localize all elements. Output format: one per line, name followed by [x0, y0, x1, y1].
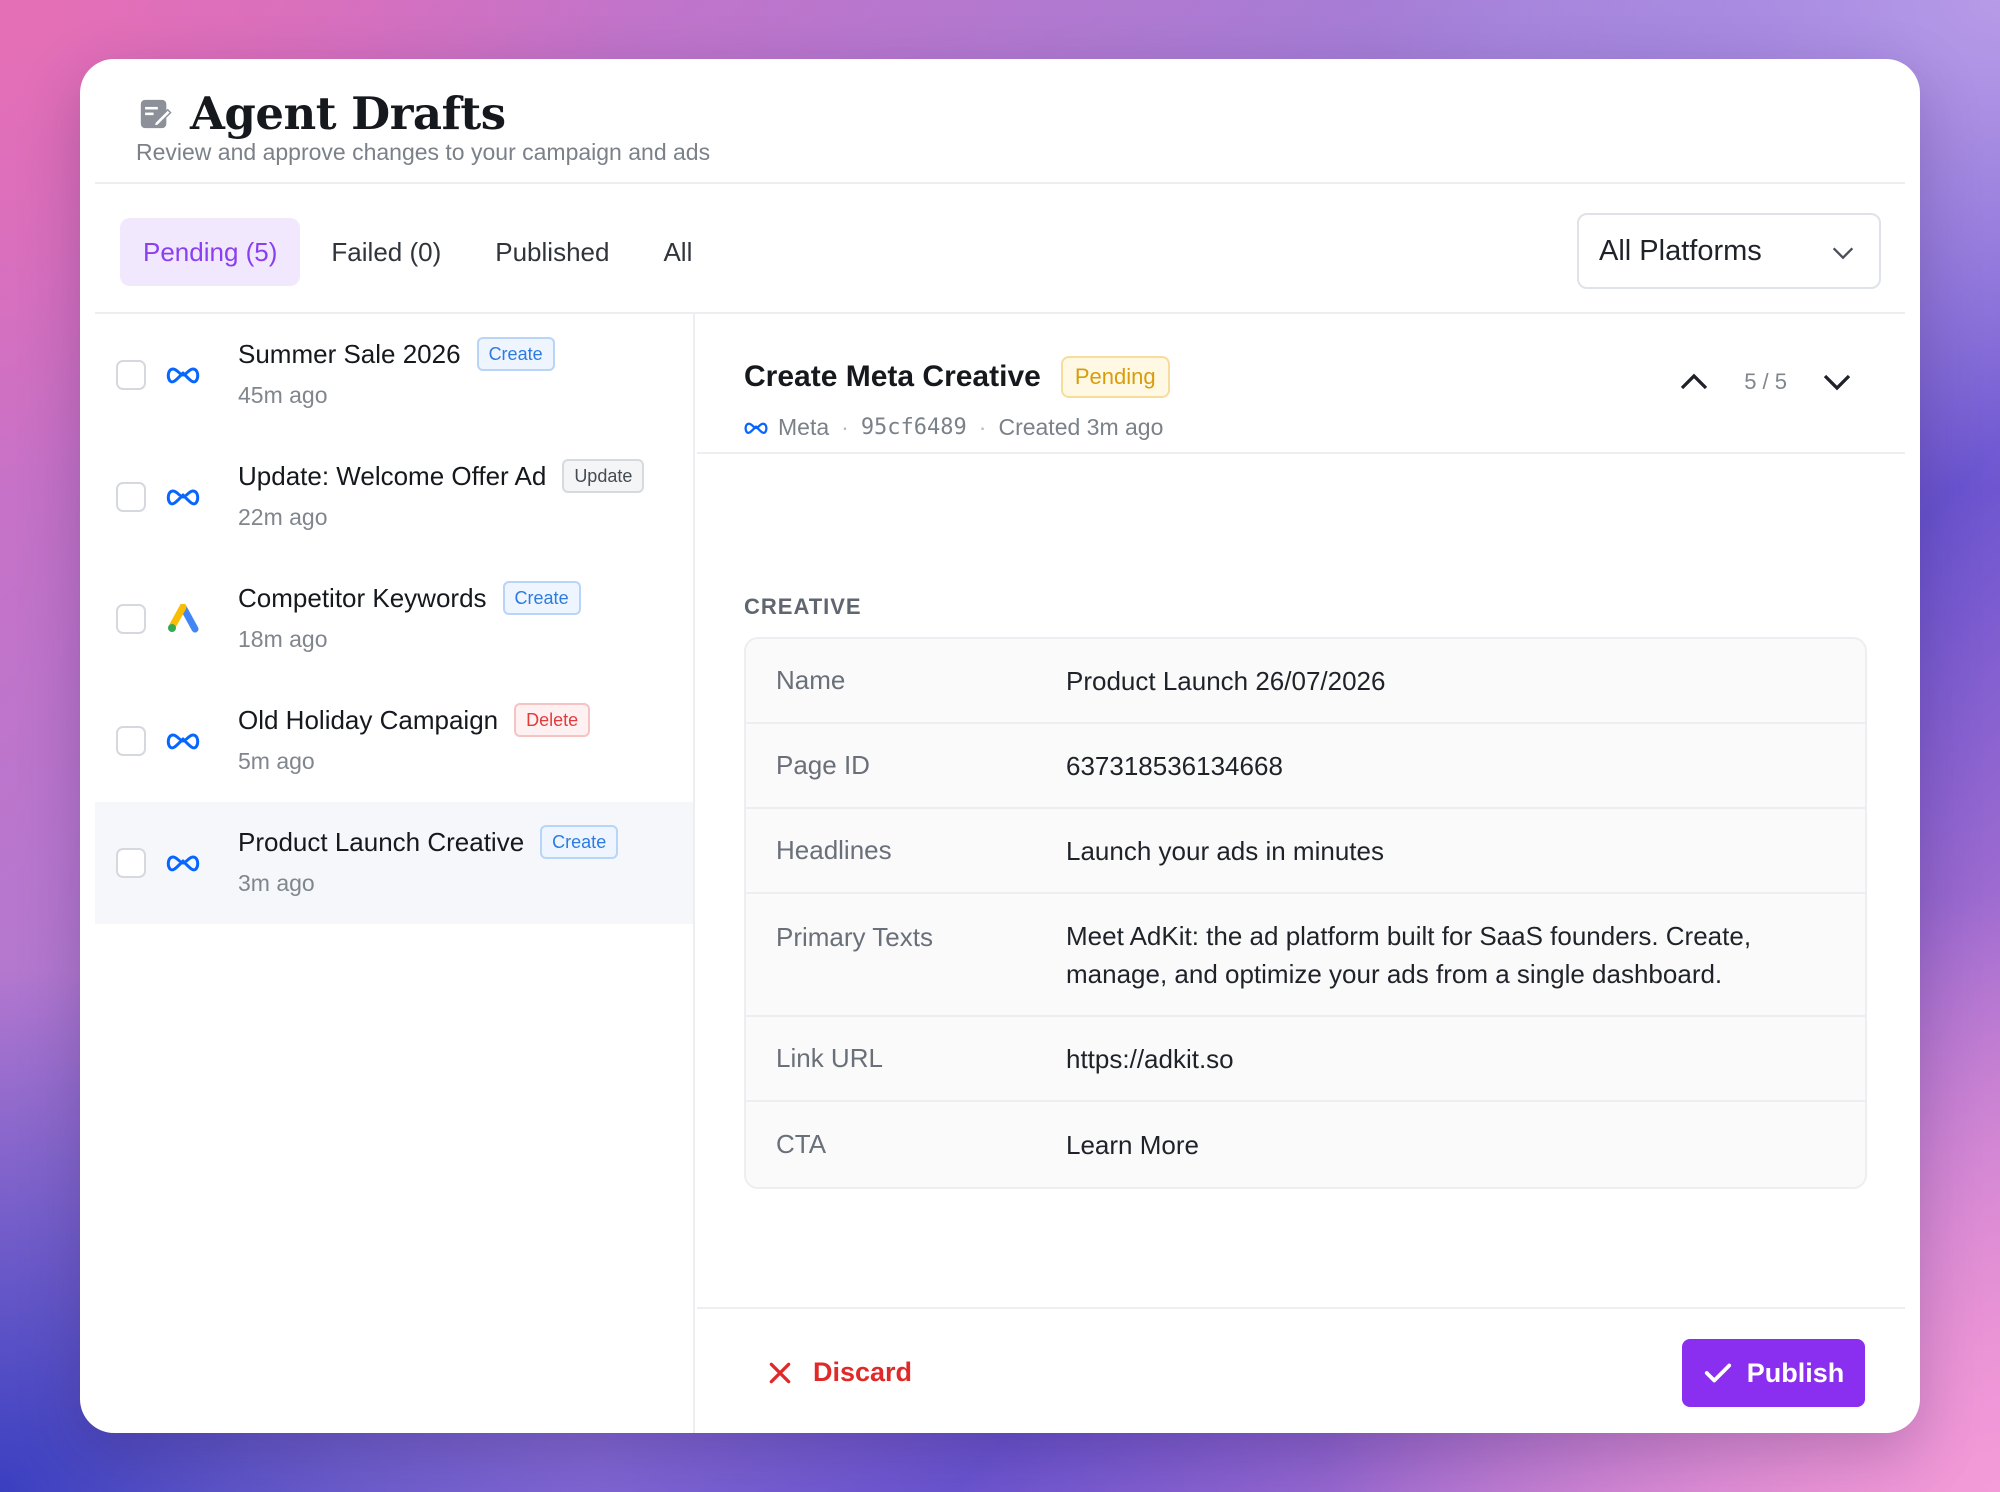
creative-fields-table: Name Product Launch 26/07/2026 Page ID 6…	[744, 637, 1867, 1189]
list-item[interactable]: Summer Sale 2026 Create 45m ago	[95, 314, 693, 436]
field-value: Learn More	[1066, 1129, 1199, 1160]
item-checkbox[interactable]	[116, 848, 146, 878]
tab-failed[interactable]: Failed (0)	[308, 218, 464, 286]
panel-header: Agent Drafts Review and approve changes …	[80, 59, 1920, 184]
field-value: https://adkit.so	[1066, 1043, 1234, 1074]
check-icon	[1704, 1363, 1731, 1383]
detail-title: Create Meta Creative Pending	[744, 356, 1170, 398]
field-key: Name	[776, 665, 846, 695]
divider	[95, 182, 1905, 184]
item-time: 22m ago	[238, 504, 328, 530]
meta-logo-icon	[166, 367, 200, 384]
chevron-up-icon[interactable]	[1676, 364, 1712, 400]
item-title: Product Launch Creative Create	[238, 825, 619, 859]
discard-button[interactable]: Discard	[767, 1357, 912, 1388]
status-badge: Pending	[1060, 356, 1170, 398]
list-item-selected[interactable]: Product Launch Creative Create 3m ago	[95, 802, 693, 924]
field-key: Link URL	[776, 1043, 883, 1073]
item-name: Summer Sale 2026	[238, 338, 461, 369]
publish-label: Publish	[1746, 1357, 1845, 1388]
item-name: Update: Welcome Offer Ad	[238, 460, 547, 491]
item-time: 3m ago	[238, 870, 315, 896]
google-ads-logo-icon	[168, 604, 199, 633]
detail-meta: Meta · 95cf6489 · Created 3m ago	[744, 414, 1163, 441]
action-badge: Delete	[514, 703, 591, 737]
page-subtitle: Review and approve changes to your campa…	[136, 139, 711, 165]
platform-name: Meta	[778, 414, 830, 440]
drafts-list: Summer Sale 2026 Create 45m ago Update: …	[95, 314, 695, 1433]
action-badge: Create	[476, 337, 555, 371]
detail-header: Create Meta Creative Pending Meta · 95cf…	[697, 314, 1905, 454]
table-row: Name Product Launch 26/07/2026	[746, 639, 1865, 724]
table-row: Headlines Launch your ads in minutes	[746, 809, 1865, 894]
item-name: Old Holiday Campaign	[238, 704, 499, 735]
page-title: Agent Drafts	[190, 87, 506, 140]
list-item[interactable]: Update: Welcome Offer Ad Update 22m ago	[95, 436, 693, 558]
field-value: 637318536134668	[1066, 750, 1283, 781]
meta-logo-icon	[166, 855, 200, 872]
action-badge: Update	[562, 459, 645, 493]
item-time: 18m ago	[238, 626, 328, 652]
item-checkbox[interactable]	[116, 604, 146, 634]
list-item[interactable]: Competitor Keywords Create 18m ago	[95, 558, 693, 680]
table-row: CTA Learn More	[746, 1102, 1865, 1187]
detail-footer: Discard Publish	[697, 1307, 1905, 1433]
item-checkbox[interactable]	[116, 726, 146, 756]
agent-drafts-panel: Agent Drafts Review and approve changes …	[80, 59, 1920, 1433]
item-name: Product Launch Creative	[238, 826, 525, 857]
tab-published[interactable]: Published	[472, 218, 632, 286]
action-badge: Create	[502, 581, 581, 615]
field-value: Meet AdKit: the ad platform built for Sa…	[1066, 920, 1752, 989]
tab-pending[interactable]: Pending (5)	[120, 218, 301, 286]
field-key: CTA	[776, 1129, 827, 1159]
close-icon	[769, 1362, 791, 1383]
meta-logo-icon	[166, 733, 200, 750]
detail-title-text: Create Meta Creative	[744, 360, 1041, 393]
meta-logo-icon	[166, 489, 200, 506]
field-key: Primary Texts	[776, 922, 933, 952]
table-row: Link URL https://adkit.so	[746, 1017, 1865, 1102]
field-value: Launch your ads in minutes	[1066, 835, 1384, 866]
draft-detail: Create Meta Creative Pending Meta · 95cf…	[697, 314, 1905, 1433]
item-checkbox[interactable]	[116, 482, 146, 512]
field-key: Headlines	[776, 835, 892, 865]
item-time: 45m ago	[238, 382, 328, 408]
field-value: Product Launch 26/07/2026	[1066, 665, 1386, 696]
separator-dot: ·	[978, 414, 987, 440]
item-title: Update: Welcome Offer Ad Update	[238, 459, 645, 493]
chevron-down-icon	[1832, 247, 1854, 260]
status-tabs: Pending (5) Failed (0) Published All	[120, 218, 723, 286]
item-time: 5m ago	[238, 748, 315, 774]
discard-label: Discard	[813, 1357, 913, 1387]
table-row: Primary Texts Meet AdKit: the ad platfor…	[746, 894, 1865, 1017]
draft-position: 5 / 5	[1744, 369, 1787, 394]
item-name: Competitor Keywords	[238, 582, 487, 613]
separator-dot: ·	[841, 414, 849, 440]
item-title: Competitor Keywords Create	[238, 581, 581, 615]
edit-note-icon	[140, 99, 172, 128]
meta-logo-icon	[744, 422, 768, 434]
tab-all[interactable]: All	[640, 218, 715, 286]
chevron-down-icon[interactable]	[1819, 364, 1855, 400]
field-key: Page ID	[776, 750, 870, 780]
list-item[interactable]: Old Holiday Campaign Delete 5m ago	[95, 680, 693, 802]
platform-filter-value: All Platforms	[1599, 234, 1762, 267]
created-time: Created 3m ago	[998, 414, 1164, 440]
item-checkbox[interactable]	[116, 360, 146, 390]
draft-id: 95cf6489	[860, 415, 967, 440]
action-badge: Create	[540, 825, 619, 859]
publish-button[interactable]: Publish	[1682, 1339, 1865, 1407]
platform-filter-select[interactable]: All Platforms	[1577, 213, 1881, 289]
item-title: Summer Sale 2026 Create	[238, 337, 555, 371]
draft-navigation: 5 / 5	[1676, 364, 1855, 400]
item-title: Old Holiday Campaign Delete	[238, 703, 591, 737]
section-label: CREATIVE	[744, 594, 862, 619]
title-row: Agent Drafts	[138, 87, 506, 140]
table-row: Page ID 637318536134668	[746, 724, 1865, 809]
